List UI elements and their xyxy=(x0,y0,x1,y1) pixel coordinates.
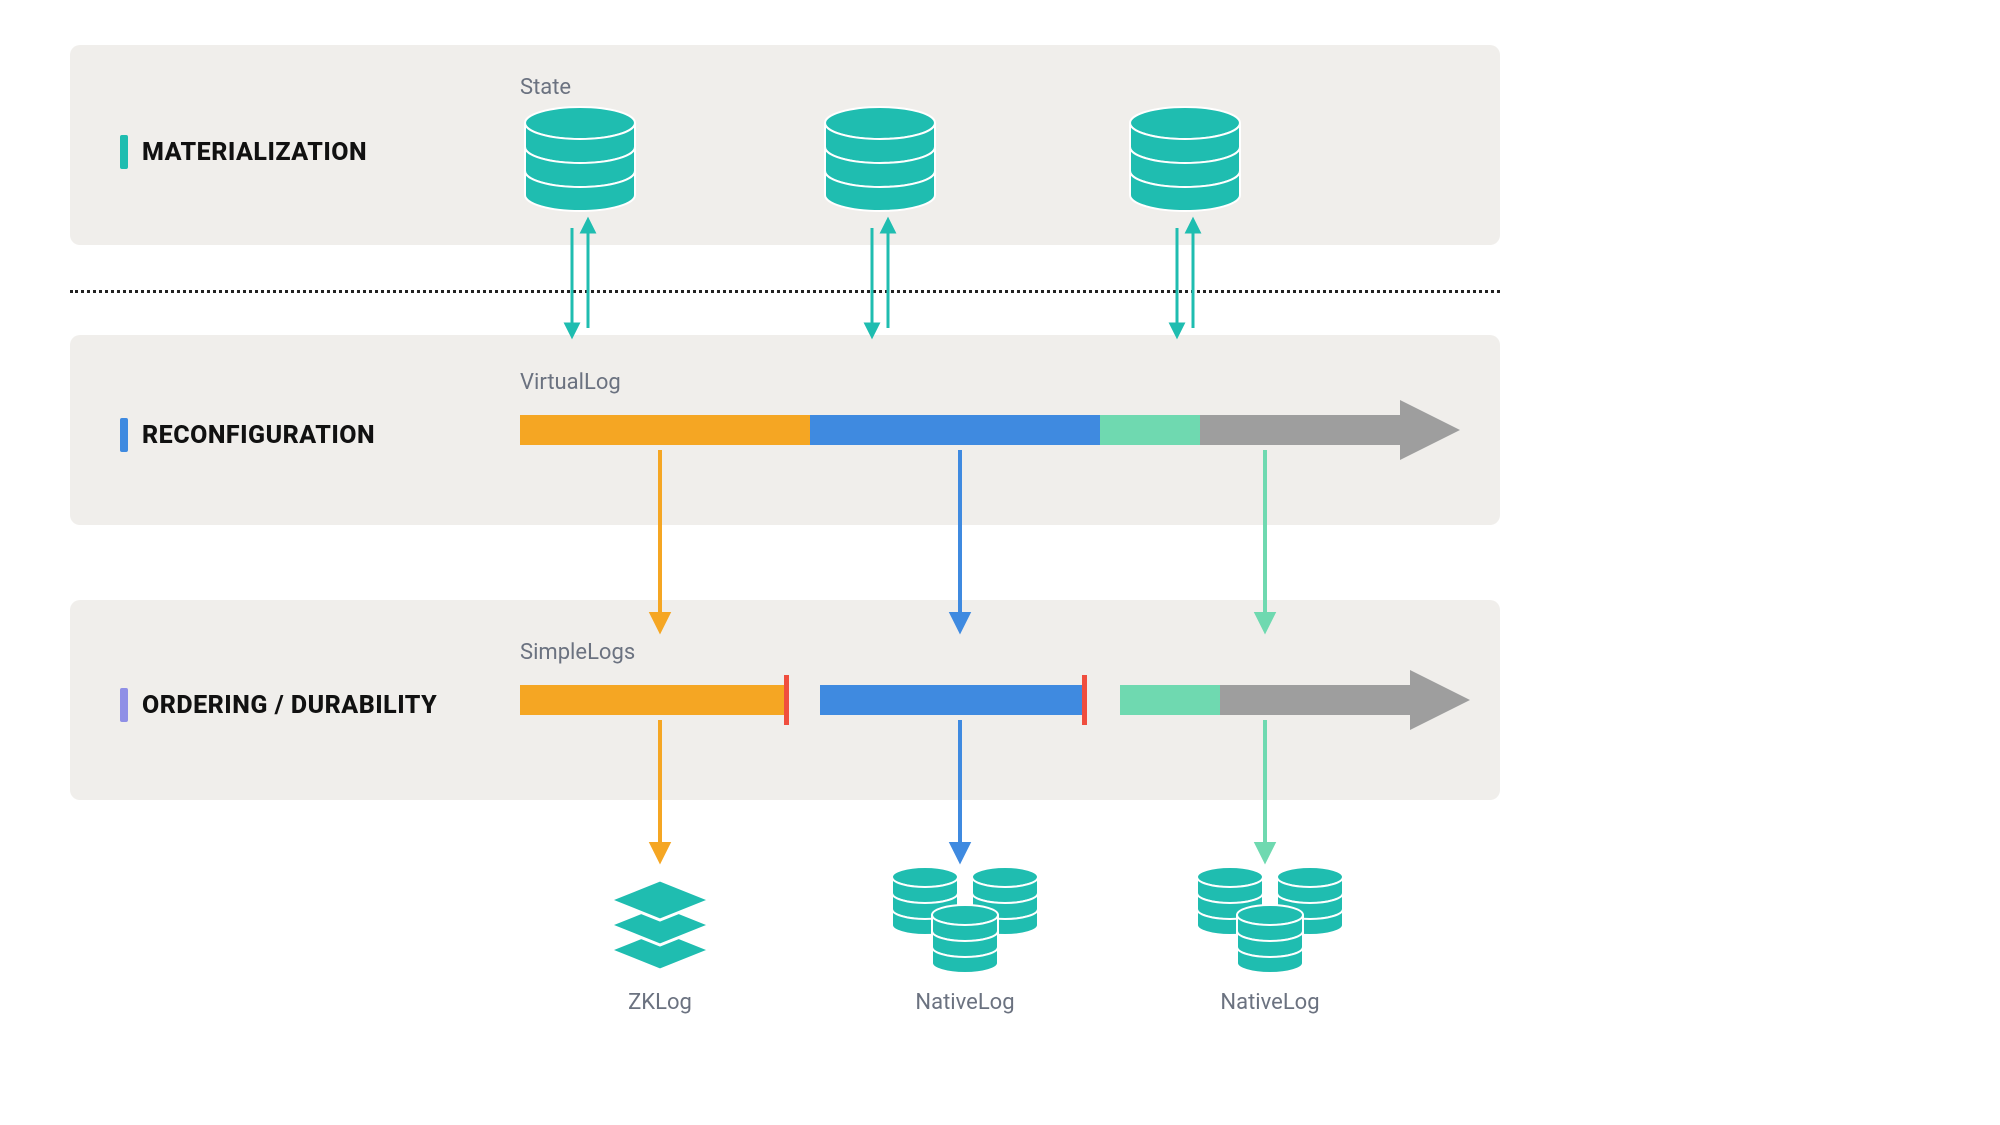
accent-bar-materialization xyxy=(120,135,128,169)
nativelog-cluster-icon xyxy=(1185,865,1355,985)
nativelog-cluster-icon xyxy=(880,865,1050,985)
down-arrow-icon xyxy=(950,450,970,630)
bottom-label-zklog: ZKLog xyxy=(600,990,720,1015)
simplelog-bar xyxy=(820,670,1120,730)
caption-state: State xyxy=(520,75,571,100)
caption-virtuallog: VirtualLog xyxy=(520,370,621,395)
bottom-label-nativelog: NativeLog xyxy=(1185,990,1355,1015)
accent-bar-reconfiguration xyxy=(120,418,128,452)
section-label-text: MATERIALIZATION xyxy=(142,138,367,167)
section-label-text: ORDERING / DURABILITY xyxy=(142,691,437,720)
section-materialization: MATERIALIZATION xyxy=(120,135,367,169)
down-arrow-icon xyxy=(650,720,670,860)
bidir-arrow-icon xyxy=(1165,218,1205,338)
down-arrow-icon xyxy=(1255,720,1275,860)
zklog-stack-icon xyxy=(600,870,720,980)
bidir-arrow-icon xyxy=(860,218,900,338)
down-arrow-icon xyxy=(1255,450,1275,630)
dotted-divider xyxy=(70,290,1500,293)
state-db-icon xyxy=(520,105,640,215)
accent-bar-ordering xyxy=(120,688,128,722)
bidir-arrow-icon xyxy=(560,218,600,338)
section-label-text: RECONFIGURATION xyxy=(142,421,375,450)
down-arrow-icon xyxy=(650,450,670,630)
down-arrow-icon xyxy=(950,720,970,860)
caption-simplelogs: SimpleLogs xyxy=(520,640,635,665)
simplelog-bar xyxy=(1120,670,1480,730)
section-reconfiguration: RECONFIGURATION xyxy=(120,418,375,452)
simplelog-bar xyxy=(520,670,820,730)
state-db-icon xyxy=(820,105,940,215)
bottom-label-nativelog: NativeLog xyxy=(880,990,1050,1015)
state-db-icon xyxy=(1125,105,1245,215)
section-ordering: ORDERING / DURABILITY xyxy=(120,688,437,722)
